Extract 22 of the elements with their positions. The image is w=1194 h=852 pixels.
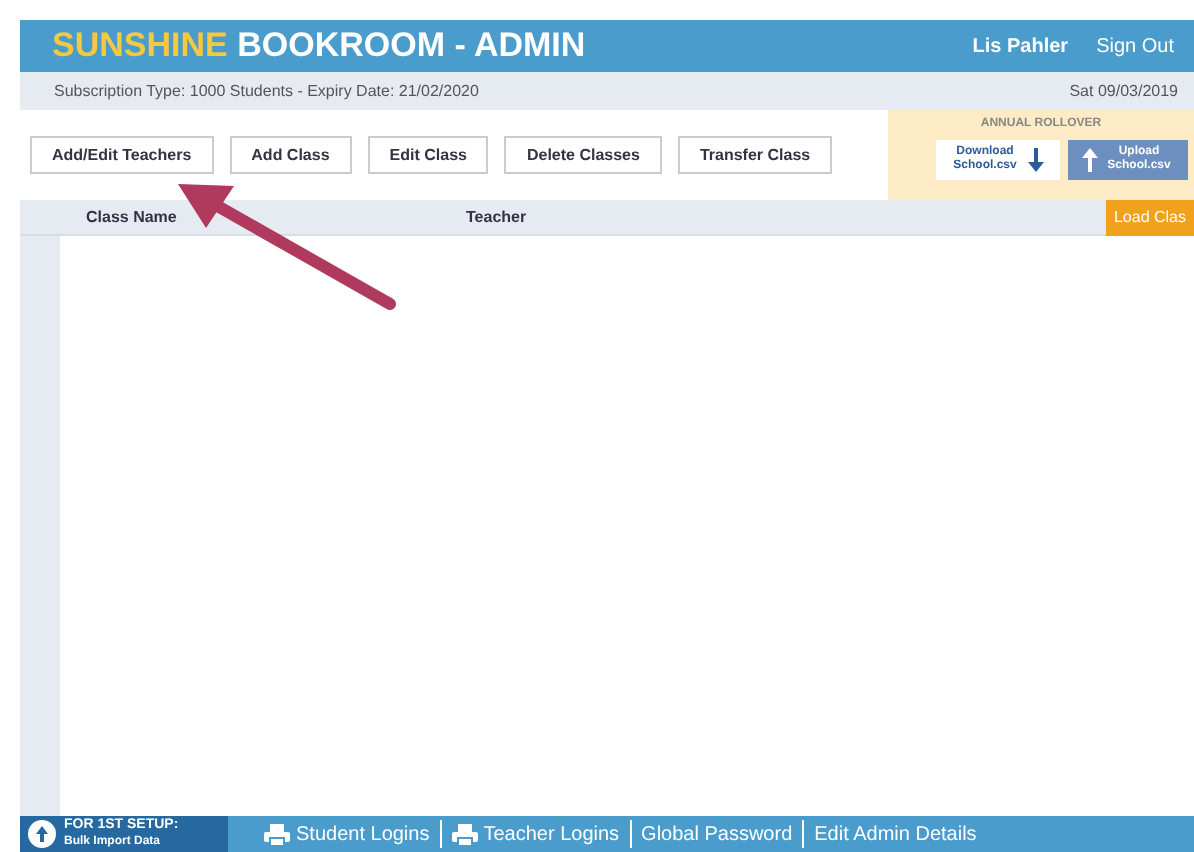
footer-link[interactable]: Teacher Logins <box>451 819 620 849</box>
load-class-button[interactable]: Load Clas <box>1105 199 1194 235</box>
subscription-text: Subscription Type: 1000 Students - Expiry Date: 21/02/2020 <box>54 79 479 103</box>
printer-icon <box>451 823 478 845</box>
toolbar-button[interactable]: Add Class <box>229 136 352 174</box>
footer-link[interactable]: Edit Admin Details <box>814 819 977 849</box>
toolbar-button[interactable]: Transfer Class <box>677 136 833 174</box>
sign-out-link[interactable]: Sign Out <box>1096 31 1174 61</box>
app-title: SUNSHINE BOOKROOM - ADMIN <box>52 24 586 69</box>
arrow-down-icon <box>1028 148 1044 172</box>
upload-circle-icon <box>28 820 56 848</box>
toolbar-button[interactable]: Add/Edit Teachers <box>30 136 214 174</box>
footer-link[interactable]: Global Password <box>641 819 793 849</box>
date-text: Sat 09/03/2019 <box>1069 79 1178 103</box>
toolbar-button[interactable]: Delete Classes <box>504 136 662 174</box>
printer-icon <box>264 823 290 845</box>
footer-link[interactable]: Student Logins <box>264 819 430 849</box>
user-link[interactable]: Lis Pahler <box>972 31 1069 61</box>
column-header: Teacher <box>466 205 527 229</box>
toolbar-button[interactable]: Edit Class <box>367 136 489 174</box>
column-header: Class Name <box>86 205 179 229</box>
arrow-up-icon <box>1081 148 1097 172</box>
